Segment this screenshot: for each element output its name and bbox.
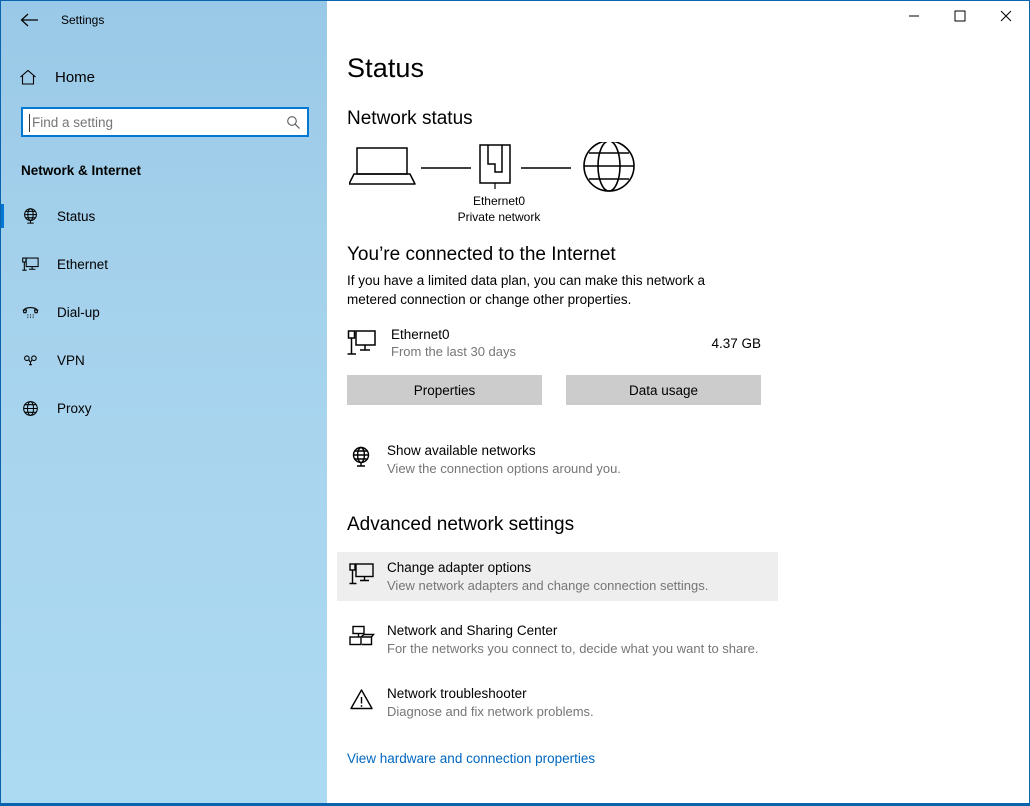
warning-triangle-icon <box>349 686 387 711</box>
change-adapter-options-row[interactable]: Change adapter options View network adap… <box>337 552 778 601</box>
network-status-heading: Network status <box>347 108 1029 130</box>
home-icon <box>19 69 45 86</box>
vpn-key-icon <box>21 351 51 370</box>
data-usage-period: From the last 30 days <box>391 344 711 359</box>
action-buttons: Properties Data usage <box>347 375 1029 405</box>
network-sharing-center-row[interactable]: Network and Sharing Center For the netwo… <box>347 615 768 664</box>
troubleshooter-texts: Network troubleshooter Diagnose and fix … <box>387 686 768 719</box>
diagram-network-type: Private network <box>419 210 579 224</box>
sharing-center-icon <box>349 623 387 649</box>
settings-window: Settings Home Network & Internet <box>0 0 1030 806</box>
minimize-button[interactable] <box>891 1 937 31</box>
arrow-left-icon <box>20 12 40 28</box>
network-sharing-subtitle: For the networks you connect to, decide … <box>387 641 768 656</box>
view-hardware-properties-link[interactable]: View hardware and connection properties <box>347 751 1029 766</box>
ethernet-icon <box>21 255 51 274</box>
diagram-adapter-name: Ethernet0 <box>419 194 579 208</box>
laptop-icon <box>349 148 415 184</box>
sidebar-item-label: Status <box>57 209 95 224</box>
sidebar-item-ethernet[interactable]: Ethernet <box>1 240 327 288</box>
network-sharing-title: Network and Sharing Center <box>387 623 768 638</box>
troubleshooter-subtitle: Diagnose and fix network problems. <box>387 704 768 719</box>
data-usage-amount: 4.37 GB <box>711 336 761 351</box>
text-caret <box>29 114 30 132</box>
sidebar-item-proxy[interactable]: Proxy <box>1 384 327 432</box>
search-input[interactable] <box>23 109 279 135</box>
advanced-settings-heading: Advanced network settings <box>347 514 1029 536</box>
connected-description: If you have a limited data plan, you can… <box>347 271 747 309</box>
globe-icon <box>584 142 634 191</box>
show-networks-subtitle: View the connection options around you. <box>387 461 768 476</box>
troubleshooter-title: Network troubleshooter <box>387 686 768 701</box>
sidebar-item-dial-up[interactable]: Dial-up <box>1 288 327 336</box>
show-networks-texts: Show available networks View the connect… <box>387 443 768 476</box>
titlebar-right <box>327 1 1029 39</box>
adapter-monitor-icon <box>349 560 387 586</box>
data-usage-button[interactable]: Data usage <box>566 375 761 405</box>
minimize-icon <box>908 10 920 22</box>
maximize-icon <box>954 10 966 22</box>
change-adapter-texts: Change adapter options View network adap… <box>387 560 778 593</box>
globe-monitor-icon <box>21 207 51 226</box>
sidebar-item-label: VPN <box>57 353 85 368</box>
sidebar-category: Network & Internet <box>1 137 327 178</box>
sidebar-item-label: Proxy <box>57 401 92 416</box>
page-title: Status <box>347 53 1029 84</box>
back-button[interactable] <box>7 3 53 37</box>
sidebar-item-home[interactable]: Home <box>1 57 327 97</box>
show-available-networks-row[interactable]: Show available networks View the connect… <box>347 435 768 484</box>
titlebar-left: Settings <box>1 1 327 39</box>
dial-up-icon <box>21 303 51 322</box>
network-monitor-icon <box>347 329 391 357</box>
network-diagram: Ethernet0 Private network <box>349 142 679 232</box>
network-troubleshooter-row[interactable]: Network troubleshooter Diagnose and fix … <box>347 678 768 727</box>
network-sharing-texts: Network and Sharing Center For the netwo… <box>387 623 768 656</box>
globe-monitor-icon <box>349 443 387 469</box>
show-networks-title: Show available networks <box>387 443 768 458</box>
close-button[interactable] <box>983 1 1029 31</box>
change-adapter-subtitle: View network adapters and change connect… <box>387 578 778 593</box>
main-content: Status Network status <box>327 1 1029 803</box>
proxy-globe-icon <box>21 399 51 418</box>
sidebar-item-vpn[interactable]: VPN <box>1 336 327 384</box>
sidebar: Settings Home Network & Internet <box>1 1 327 803</box>
app-title: Settings <box>61 13 104 27</box>
sidebar-nav: Status Ethernet <box>1 192 327 432</box>
status-page: Status Network status <box>327 39 1029 766</box>
data-usage-summary: Ethernet0 From the last 30 days 4.37 GB <box>347 327 761 359</box>
data-usage-adapter: Ethernet0 <box>391 327 711 342</box>
change-adapter-title: Change adapter options <box>387 560 778 575</box>
data-usage-texts: Ethernet0 From the last 30 days <box>391 327 711 359</box>
sidebar-item-status[interactable]: Status <box>1 192 327 240</box>
properties-button[interactable]: Properties <box>347 375 542 405</box>
maximize-button[interactable] <box>937 1 983 31</box>
sidebar-item-label: Ethernet <box>57 257 108 272</box>
sidebar-item-label: Dial-up <box>57 305 100 320</box>
connected-heading: You’re connected to the Internet <box>347 244 1029 266</box>
search-box[interactable] <box>21 107 309 137</box>
home-label: Home <box>55 69 95 86</box>
search-icon[interactable] <box>279 115 307 130</box>
ethernet-port-icon <box>480 145 510 189</box>
close-icon <box>1000 10 1012 22</box>
